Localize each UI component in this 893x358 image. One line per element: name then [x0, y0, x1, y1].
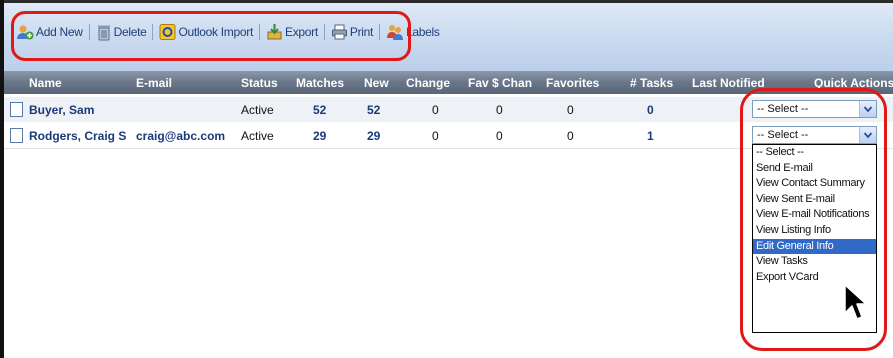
column-header-last-notified[interactable]: Last Notified — [692, 76, 765, 90]
toolbar: Add New Delete Outlook Import Export Pri… — [4, 3, 893, 72]
favorites-value: 0 — [567, 103, 574, 117]
change-value: 0 — [432, 103, 439, 117]
contact-email[interactable]: craig@abc.com — [136, 129, 225, 143]
favorites-value: 0 — [567, 129, 574, 143]
contact-name-link[interactable]: Rodgers, Craig S — [29, 129, 126, 143]
column-header-tasks[interactable]: # Tasks — [630, 76, 673, 90]
column-header-fav-change[interactable]: Fav $ Change — [468, 76, 532, 90]
new-link[interactable]: 29 — [367, 129, 380, 143]
matches-link[interactable]: 52 — [313, 103, 326, 117]
row-checkbox[interactable] — [10, 102, 23, 117]
column-header-matches[interactable]: Matches — [296, 76, 344, 90]
column-header-name[interactable]: Name — [29, 76, 62, 90]
row-checkbox[interactable] — [10, 128, 23, 143]
tasks-link[interactable]: 1 — [647, 129, 654, 143]
contact-name-link[interactable]: Buyer, Sam — [29, 103, 94, 117]
fav-change-value: 0 — [496, 103, 503, 117]
toolbar-annotation-highlight — [11, 11, 411, 61]
change-value: 0 — [432, 129, 439, 143]
labels-label: Labels — [406, 25, 440, 39]
tasks-link[interactable]: 0 — [647, 103, 654, 117]
new-link[interactable]: 52 — [367, 103, 380, 117]
column-header-status[interactable]: Status — [241, 76, 278, 90]
matches-link[interactable]: 29 — [313, 129, 326, 143]
column-header-change[interactable]: Change — [406, 76, 450, 90]
column-header-favorites[interactable]: Favorites — [546, 76, 599, 90]
fav-change-value: 0 — [496, 129, 503, 143]
column-header-new[interactable]: New — [364, 76, 389, 90]
column-header-email[interactable]: E-mail — [136, 76, 172, 90]
status-value: Active — [241, 129, 274, 143]
status-value: Active — [241, 103, 274, 117]
mouse-pointer-icon — [844, 284, 867, 320]
